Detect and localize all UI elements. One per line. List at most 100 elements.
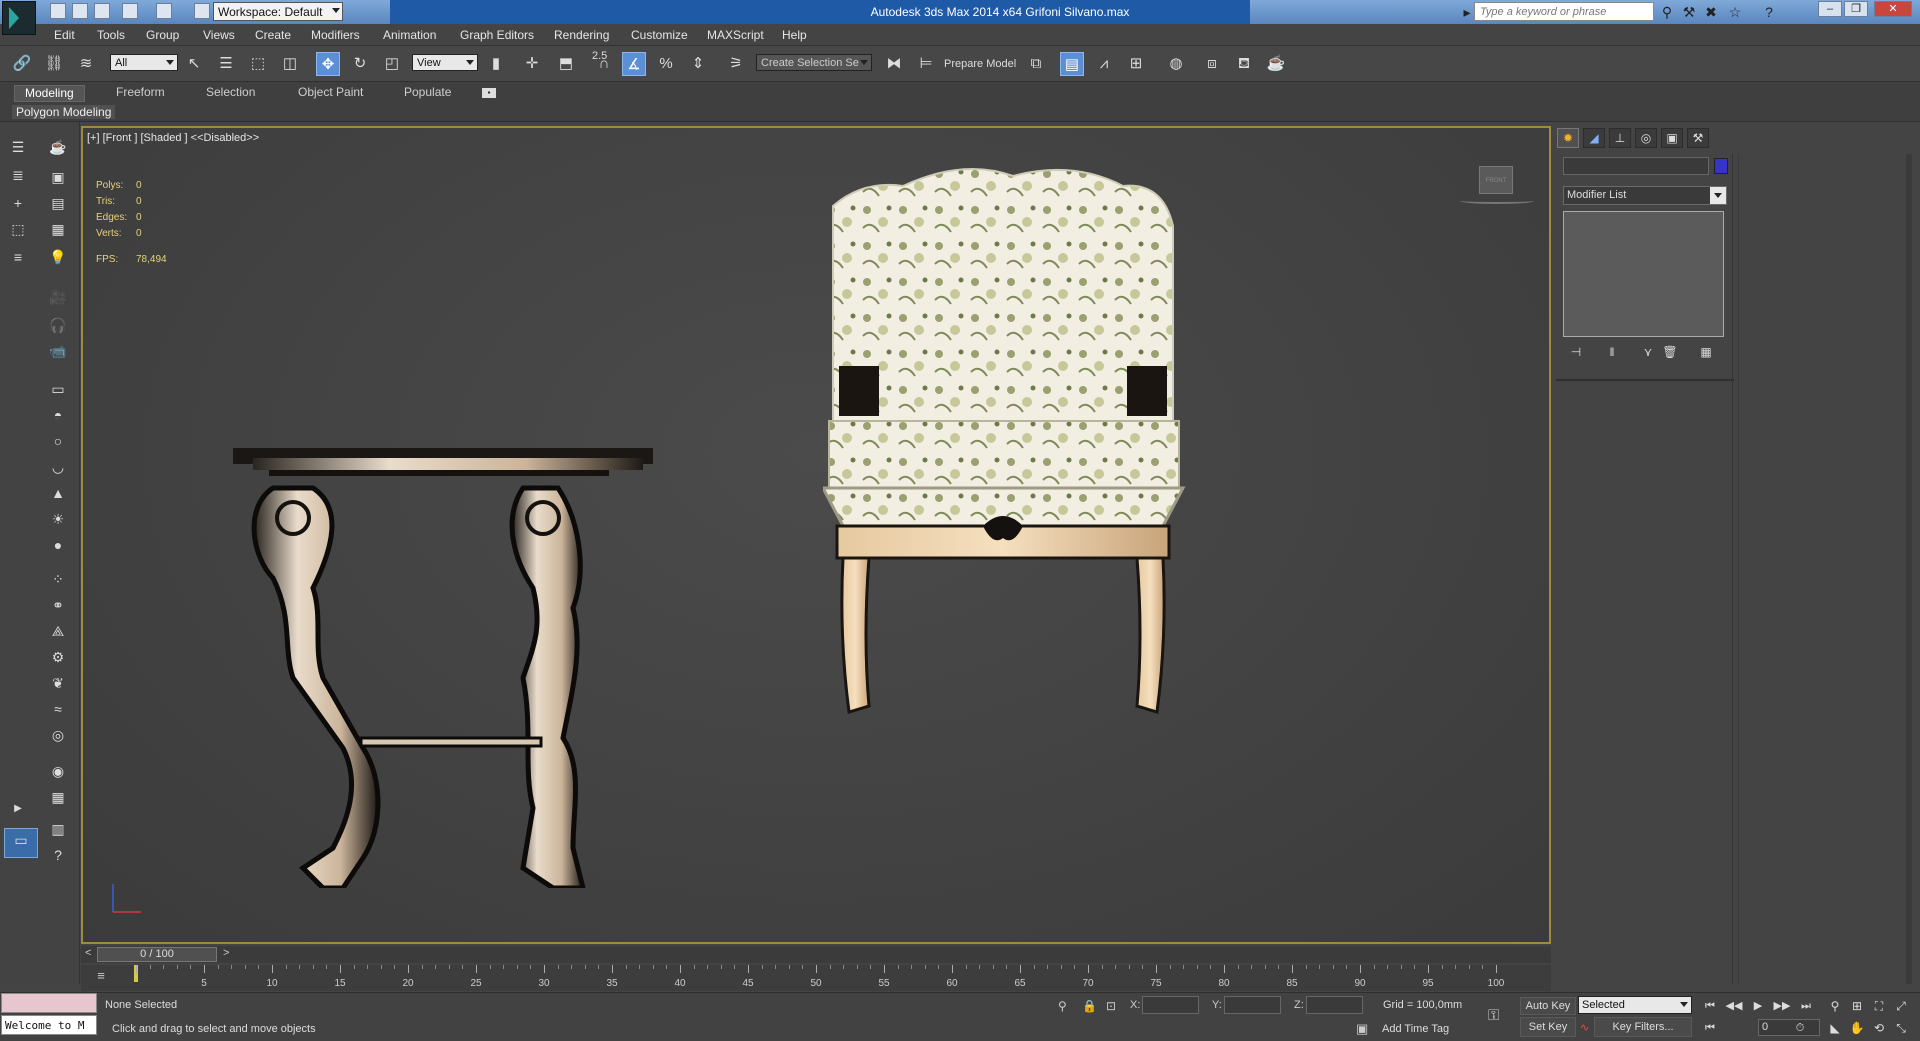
z-coordinate-field[interactable]	[1306, 996, 1363, 1014]
help-circle-icon[interactable]: ?	[46, 844, 70, 866]
front-viewport[interactable]: [+] [Front ] [Shaded ] <<Disabled>> Poly…	[81, 126, 1551, 944]
remove-modifier-icon[interactable]: 🗑	[1661, 345, 1679, 361]
pin-stack-icon[interactable]: ⊣	[1567, 345, 1585, 361]
command-panel-scrollbar[interactable]	[1906, 154, 1912, 984]
layer-manager-icon[interactable]: ⧉	[1024, 52, 1048, 76]
material-sphere-icon[interactable]: ◉	[46, 760, 70, 782]
viewport-label[interactable]: [+] [Front ] [Shaded ] <<Disabled>>	[87, 132, 259, 144]
window-crossing-icon[interactable]: ◫	[278, 52, 302, 76]
select-manipulate-icon[interactable]: ✛	[520, 52, 544, 76]
menu-tools[interactable]: Tools	[97, 28, 125, 42]
play-icon[interactable]: ▶	[1748, 997, 1768, 1015]
ribbon-panel-label[interactable]: Polygon Modeling	[12, 105, 116, 119]
angle-snap-icon[interactable]: ∡	[622, 52, 646, 76]
ribbon-tab-object-paint[interactable]: Object Paint	[298, 85, 363, 99]
table-icon[interactable]: ▦	[46, 218, 70, 240]
rendered-frame-window-icon[interactable]: ⛾	[1232, 52, 1256, 76]
key-mode-dropdown[interactable]: Selected	[1578, 996, 1692, 1014]
app-logo-button[interactable]	[2, 1, 36, 35]
menu-animation[interactable]: Animation	[383, 28, 436, 42]
select-and-move-icon[interactable]: ✥	[316, 52, 340, 76]
time-slider-handle[interactable]: 0 / 100	[97, 947, 217, 962]
unlink-icon[interactable]: ⛓	[42, 52, 66, 76]
absolute-mode-icon[interactable]: ⊡	[1106, 999, 1116, 1013]
headphones-icon[interactable]: 🎧	[46, 314, 70, 336]
maxscript-listener-mini[interactable]	[1, 993, 97, 1013]
object-color-swatch[interactable]	[1714, 158, 1728, 174]
cone-icon[interactable]: ▲	[46, 482, 70, 504]
document-icon[interactable]: ▤	[46, 192, 70, 214]
hemisphere-icon[interactable]: ◓	[46, 404, 70, 426]
previous-frame-icon[interactable]: ◀◀	[1724, 997, 1744, 1015]
make-unique-icon[interactable]: ⋎	[1639, 345, 1657, 361]
gear-icon[interactable]: ⚙	[46, 646, 70, 668]
sun-icon[interactable]: ☀	[46, 508, 70, 530]
search-input[interactable]: Type a keyword or phrase	[1474, 2, 1654, 21]
time-configuration-icon[interactable]: ⏱	[1790, 1019, 1810, 1037]
ribbon-tab-modeling[interactable]: Modeling	[14, 85, 85, 102]
maxscript-output[interactable]: Welcome to M	[1, 1015, 97, 1035]
console-table-model[interactable]	[233, 448, 653, 888]
armchair-model[interactable]	[823, 166, 1203, 736]
ribbon-tab-freeform[interactable]: Freeform	[116, 85, 165, 99]
select-tool-icon[interactable]: ⬚	[6, 218, 30, 240]
menu-graph-editors[interactable]: Graph Editors	[460, 28, 534, 42]
project-folder-icon[interactable]	[194, 3, 210, 19]
set-key-button[interactable]: Set Key	[1520, 1017, 1576, 1037]
selection-filter-dropdown[interactable]: All	[110, 54, 178, 71]
pan-view-icon[interactable]: ✋	[1848, 1019, 1866, 1037]
zoom-all-icon[interactable]: ⊞	[1848, 997, 1866, 1015]
key-filters-button[interactable]: Key Filters...	[1594, 1017, 1692, 1037]
key-tangent-icon[interactable]: ∿	[1580, 1021, 1589, 1034]
menu-views[interactable]: Views	[203, 28, 235, 42]
layer-explorer-icon[interactable]: ≣	[6, 164, 30, 186]
menu-rendering[interactable]: Rendering	[554, 28, 609, 42]
configure-modifier-sets-icon[interactable]: ▦	[1697, 345, 1715, 361]
render-frame-icon[interactable]: ▣	[46, 166, 70, 188]
named-selection-dropdown[interactable]: Create Selection Se	[756, 54, 872, 71]
y-coordinate-field[interactable]	[1224, 996, 1281, 1014]
field-of-view-icon[interactable]: ◣	[1826, 1019, 1844, 1037]
shell-icon[interactable]: ◎	[46, 724, 70, 746]
minimize-button[interactable]: –	[1818, 1, 1842, 17]
material-editor-icon[interactable]: ◍	[1164, 52, 1188, 76]
current-frame-field[interactable]: 0	[1758, 1019, 1820, 1036]
maximize-viewport-icon[interactable]: ⤡	[1892, 1019, 1910, 1037]
time-tag-icon[interactable]: ▣	[1356, 1021, 1368, 1037]
rectangular-selection-icon[interactable]: ⬚	[246, 52, 270, 76]
create-tab-icon[interactable]: ✹	[1557, 128, 1579, 148]
viewcube[interactable]: FRONT	[1479, 166, 1513, 194]
gold-sphere-icon[interactable]: ●	[46, 534, 70, 556]
display-tab-icon[interactable]: ▣	[1661, 128, 1683, 148]
mirror-icon[interactable]: ⧓	[882, 52, 906, 76]
menu-group[interactable]: Group	[146, 28, 179, 42]
align-icon[interactable]: ⊨	[914, 52, 938, 76]
zoom-extents-all-icon[interactable]: ⤢	[1892, 997, 1910, 1015]
link-icon[interactable]: 🔗	[10, 52, 34, 76]
plane-icon[interactable]: ▭	[46, 378, 70, 400]
snaps-toggle-icon[interactable]: ∩	[592, 52, 616, 76]
undo-icon[interactable]	[122, 3, 138, 19]
show-end-result-icon[interactable]: ‖	[1603, 345, 1621, 361]
pivot-center-icon[interactable]: ▮	[484, 52, 508, 76]
molecule-icon[interactable]: ⚭	[46, 594, 70, 616]
menu-modifiers[interactable]: Modifiers	[311, 28, 360, 42]
x-coordinate-field[interactable]	[1142, 996, 1199, 1014]
print-icon[interactable]: ▥	[46, 818, 70, 840]
ribbon-tab-selection[interactable]: Selection	[206, 85, 255, 99]
bind-space-warp-icon[interactable]: ≋	[74, 52, 98, 76]
select-by-name-icon[interactable]: ☰	[214, 52, 238, 76]
render-production-icon[interactable]: ☕	[1264, 52, 1288, 76]
select-object-icon[interactable]: ↖	[182, 52, 206, 76]
reference-coordinate-dropdown[interactable]: View	[412, 54, 478, 71]
grid-icon[interactable]: ▦	[46, 786, 70, 808]
next-frame-icon[interactable]: ▶▶	[1772, 997, 1792, 1015]
edit-named-selection-icon[interactable]: ⚞	[724, 52, 748, 76]
expand-toolbar-icon[interactable]: ▶	[6, 798, 30, 820]
menu-help[interactable]: Help	[782, 28, 807, 42]
track-bar[interactable]: ≡ 5 10 15 20 25 30 35 40 45 50 55 60 65 70 75 80 85 90 95 1…	[81, 965, 1551, 991]
binoculars-icon[interactable]: ⚲	[1658, 3, 1676, 21]
auto-key-button[interactable]: Auto Key	[1520, 997, 1576, 1015]
percent-snap-icon[interactable]: %	[654, 52, 678, 76]
object-name-field[interactable]	[1563, 157, 1709, 175]
